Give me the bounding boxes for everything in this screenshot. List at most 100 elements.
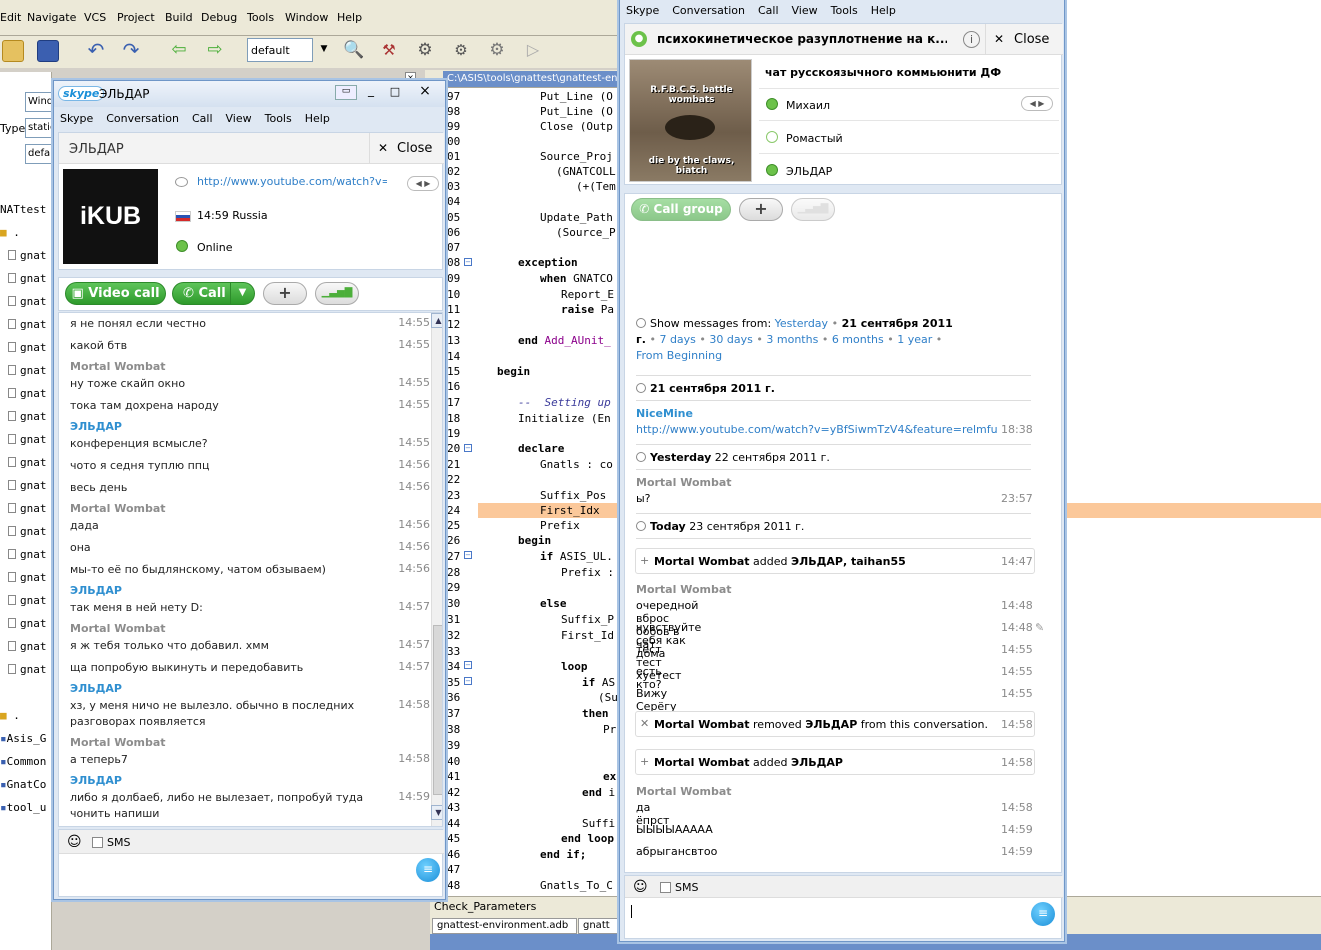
minimize-icon[interactable]: _ xyxy=(360,84,382,100)
smiley-icon[interactable]: ☺ xyxy=(67,834,82,850)
message-input[interactable] xyxy=(59,855,444,898)
close-window-icon[interactable]: × xyxy=(414,83,436,99)
participant-name[interactable]: Ромастый xyxy=(786,132,843,145)
tree-item[interactable]: ▪tool_u xyxy=(0,801,52,819)
back-icon[interactable]: ⇦ xyxy=(168,40,190,62)
tree-item[interactable]: gnat xyxy=(0,571,52,589)
tree-item[interactable]: ■ . xyxy=(0,709,52,727)
fold-toggle[interactable]: − xyxy=(464,677,472,685)
tree-item[interactable]: NATtest xyxy=(0,203,52,221)
call-group-button[interactable]: ✆ Call group xyxy=(631,198,731,221)
type-field[interactable]: static xyxy=(25,118,52,138)
menu-project[interactable]: Project xyxy=(117,11,155,24)
tree-item[interactable]: gnat xyxy=(0,617,52,635)
tree-item[interactable]: gnat xyxy=(0,295,52,313)
tree-item[interactable]: ▪Common xyxy=(0,755,52,773)
menu-view[interactable]: View xyxy=(226,112,252,125)
close-button[interactable]: ✕ Close xyxy=(985,24,1063,55)
send-icon[interactable]: ≡ xyxy=(1031,902,1055,926)
call-button[interactable]: ✆ Call ▼ xyxy=(172,282,255,305)
clean-icon[interactable]: ⚙ xyxy=(486,40,508,62)
menu-skype[interactable]: Skype xyxy=(60,112,93,125)
info-icon[interactable]: i xyxy=(963,31,980,48)
menu-help[interactable]: Help xyxy=(871,4,896,17)
menu-help[interactable]: Help xyxy=(337,11,362,24)
forward-icon[interactable]: ⇨ xyxy=(204,40,226,62)
add-button[interactable]: + xyxy=(263,282,307,305)
chat-scrollbar[interactable]: ▲ ▼ xyxy=(431,313,442,826)
menu-help[interactable]: Help xyxy=(305,112,330,125)
chevron-down-icon[interactable]: ▼ xyxy=(230,283,254,304)
compile-icon[interactable]: ⚙ xyxy=(450,40,472,62)
menu-window[interactable]: Window xyxy=(285,11,328,24)
tree-item[interactable]: gnat xyxy=(0,525,52,543)
redo-icon[interactable]: ↷ xyxy=(120,40,142,62)
menu-debug[interactable]: Debug xyxy=(201,11,237,24)
fold-toggle[interactable]: − xyxy=(464,258,472,266)
run-icon[interactable]: ▷ xyxy=(522,40,544,62)
menu-edit[interactable]: Edit xyxy=(0,11,21,24)
filter-from-beginning[interactable]: From Beginning xyxy=(636,349,722,362)
call-quality-button[interactable]: ▁▃▅▇ xyxy=(791,198,835,221)
add-button[interactable]: + xyxy=(739,198,783,221)
tree-item[interactable]: gnat xyxy=(0,456,52,474)
open-folder-icon[interactable] xyxy=(2,40,24,62)
menu-conversation[interactable]: Conversation xyxy=(672,4,745,17)
sms-checkbox[interactable]: SMS xyxy=(660,881,698,894)
fold-toggle[interactable]: − xyxy=(464,444,472,452)
tree-item[interactable]: ▪Asis_G xyxy=(0,732,52,750)
fold-toggle[interactable]: − xyxy=(464,661,472,669)
menu-tools[interactable]: Tools xyxy=(265,112,292,125)
file-tab[interactable]: gnatt xyxy=(578,918,620,934)
sms-checkbox[interactable]: SMS xyxy=(92,836,130,849)
menu-tools[interactable]: Tools xyxy=(831,4,858,17)
filter-3-months[interactable]: 3 months xyxy=(766,333,818,346)
close-button[interactable]: ✕ Close xyxy=(369,133,444,164)
build-icon[interactable]: ⚒ xyxy=(378,40,400,62)
tree-item[interactable]: gnat xyxy=(0,318,52,336)
file-tab[interactable]: gnattest-environment.adb xyxy=(432,918,577,934)
menu-tools[interactable]: Tools xyxy=(247,11,274,24)
tree-item[interactable]: gnat xyxy=(0,548,52,566)
tree-item[interactable]: gnat xyxy=(0,479,52,497)
menu-call[interactable]: Call xyxy=(758,4,779,17)
tree-item[interactable]: gnat xyxy=(0,594,52,612)
tree-item[interactable]: gnat xyxy=(0,502,52,520)
scroll-up-icon[interactable]: ▲ xyxy=(431,313,442,328)
message-input[interactable] xyxy=(625,899,1063,940)
scroll-thumb[interactable] xyxy=(433,625,442,795)
code-editor-overflow[interactable] xyxy=(1064,0,1321,896)
save-icon[interactable] xyxy=(37,40,59,62)
maximize-icon[interactable]: □ xyxy=(384,85,406,100)
message-link[interactable]: http://www.youtube.com/watch?v=yBfSiwmTz… xyxy=(636,423,998,436)
menu-vcs[interactable]: VCS xyxy=(84,11,106,24)
tree-item[interactable]: ▪GnatCo xyxy=(0,778,52,796)
menu-build[interactable]: Build xyxy=(165,11,193,24)
participant-nav-arrows[interactable]: ◀ ▶ xyxy=(1021,96,1053,111)
tree-item[interactable]: gnat xyxy=(0,341,52,359)
build-config-select[interactable]: default xyxy=(247,38,313,62)
send-icon[interactable]: ≡ xyxy=(416,858,440,882)
mood-link[interactable]: http://www.youtube.com/watch?v=... xyxy=(197,175,387,188)
editor-tab[interactable]: C:\ASIS\tools\gnattest\gnattest-env xyxy=(443,71,620,87)
search-icon[interactable]: 🔍 xyxy=(343,40,365,62)
participant-name[interactable]: ЭЛЬДАР xyxy=(786,165,832,178)
video-call-button[interactable]: ▣ Video call xyxy=(65,282,166,305)
smiley-icon[interactable]: ☺ xyxy=(633,879,648,895)
filter-6-months[interactable]: 6 months xyxy=(832,333,884,346)
filter-30-days[interactable]: 30 days xyxy=(709,333,752,346)
filter-1-year[interactable]: 1 year xyxy=(897,333,932,346)
undo-icon[interactable]: ↶ xyxy=(85,40,107,62)
mood-nav-arrows[interactable]: ◀ ▶ xyxy=(407,176,439,191)
participant-name[interactable]: Михаил xyxy=(786,99,830,112)
menu-conversation[interactable]: Conversation xyxy=(106,112,179,125)
edit-pencil-icon[interactable]: ✎ xyxy=(1035,621,1044,634)
menu-navigate[interactable]: Navigate xyxy=(27,11,76,24)
chat-history[interactable]: я не понял если честно 14:55 какой бтв 14:5… xyxy=(58,312,443,827)
tree-item[interactable]: gnat xyxy=(0,433,52,451)
tree-item[interactable]: gnat xyxy=(0,272,52,290)
tree-item[interactable]: gnat xyxy=(0,387,52,405)
menu-skype[interactable]: Skype xyxy=(626,4,659,17)
restore-window-icon[interactable]: ▭ xyxy=(335,85,357,100)
tree-item[interactable]: gnat xyxy=(0,410,52,428)
